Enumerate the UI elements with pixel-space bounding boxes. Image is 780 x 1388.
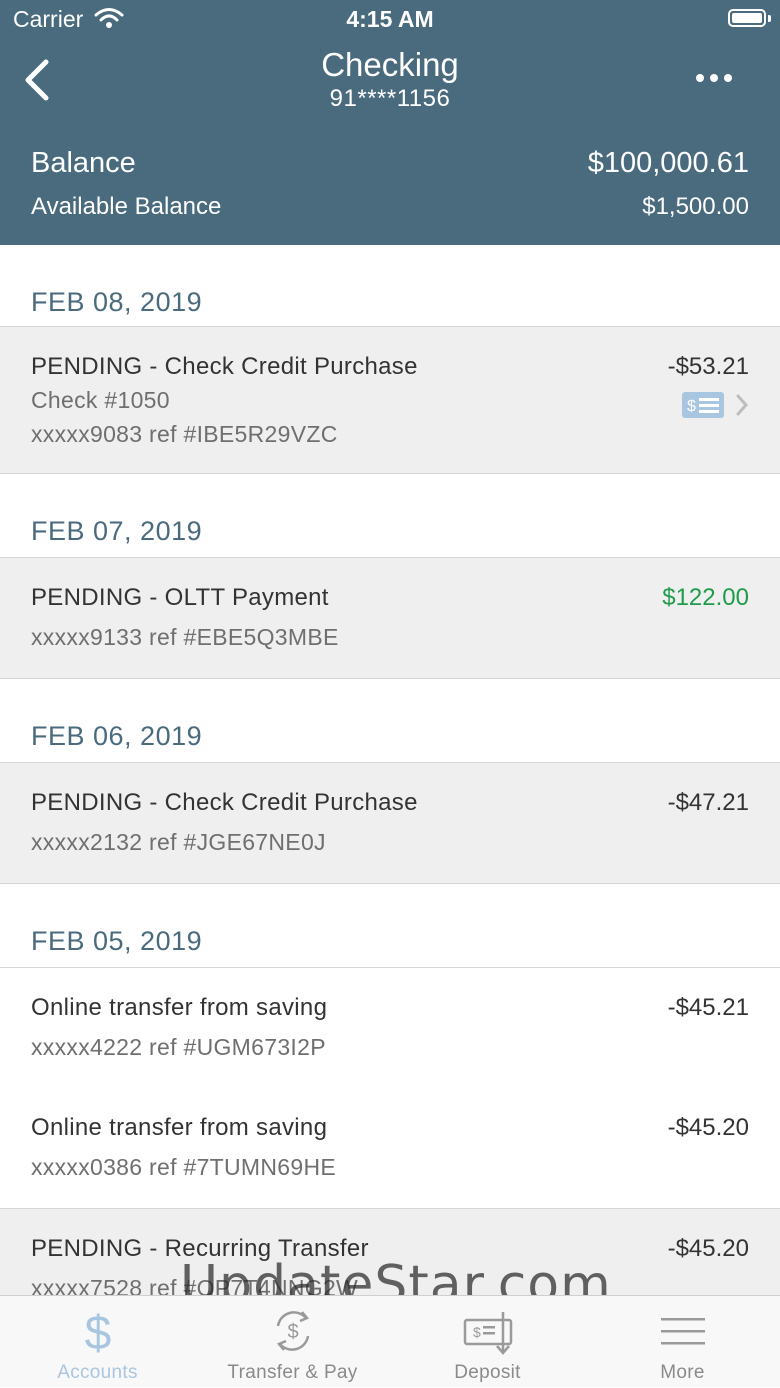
svg-text:$: $: [287, 1321, 298, 1343]
tab-more-label: More: [660, 1362, 705, 1383]
transaction-description: Online transfer from saving: [31, 994, 328, 1021]
more-options-icon[interactable]: [696, 74, 736, 86]
transaction-amount: -$45.20: [667, 1235, 749, 1262]
check-number: Check #1050: [31, 387, 170, 413]
tab-more[interactable]: More: [585, 1296, 780, 1388]
transaction-amount: -$45.20: [667, 1114, 749, 1141]
date-header: FEB 05, 2019: [0, 884, 780, 968]
transfer-dollar-icon: $: [276, 1311, 309, 1351]
transaction-row[interactable]: PENDING - OLTT Payment xxxxx9133 ref #EB…: [0, 558, 780, 679]
check-deposit-icon: $: [463, 1312, 512, 1355]
transaction-reference: xxxxx2132 ref #JGE67NE0J: [31, 829, 326, 855]
account-header: Carrier 4:15 AM Checking 91****1156 Bala…: [0, 0, 780, 245]
check-image-icon[interactable]: $: [682, 392, 724, 418]
transaction-description: Online transfer from saving: [31, 1114, 328, 1141]
transaction-reference: xxxxx0386 ref #7TUMN69HE: [31, 1154, 337, 1180]
page-title: Checking: [321, 46, 459, 83]
svg-text:$: $: [473, 1324, 481, 1340]
available-balance-value: $1,500.00: [642, 193, 749, 220]
transaction-reference: xxxxx9133 ref #EBE5Q3MBE: [31, 624, 339, 650]
tab-transfer-pay-label: Transfer & Pay: [227, 1362, 358, 1383]
transaction-amount: -$45.21: [667, 994, 749, 1021]
tab-accounts[interactable]: $ Accounts: [0, 1296, 195, 1388]
transaction-row[interactable]: PENDING - Check Credit Purchase xxxxx213…: [0, 763, 780, 884]
transaction-reference: xxxxx9083 ref #IBE5R29VZC: [31, 421, 338, 447]
battery-tip: [768, 15, 771, 22]
date-header: FEB 06, 2019: [0, 679, 780, 763]
transaction-description: PENDING - OLTT Payment: [31, 584, 329, 611]
transaction-row[interactable]: Online transfer from saving xxxxx4222 re…: [0, 968, 780, 1089]
battery-icon: [728, 9, 766, 27]
menu-icon: [660, 1318, 705, 1345]
transaction-description: PENDING - Recurring Transfer: [31, 1235, 369, 1262]
clock: 4:15 AM: [346, 6, 434, 32]
tab-deposit[interactable]: $ Deposit: [390, 1296, 585, 1388]
tab-deposit-label: Deposit: [454, 1362, 521, 1383]
transaction-reference: xxxxx7528 ref #OP7T4NNG2W: [31, 1275, 359, 1295]
transaction-reference: xxxxx4222 ref #UGM673I2P: [31, 1034, 326, 1060]
svg-text:$: $: [84, 1307, 111, 1356]
tab-accounts-label: Accounts: [57, 1362, 138, 1383]
date-header: FEB 07, 2019: [0, 474, 780, 558]
available-balance-label: Available Balance: [31, 193, 222, 220]
transaction-amount: $122.00: [662, 584, 749, 611]
transaction-description: PENDING - Check Credit Purchase: [31, 353, 418, 380]
transaction-amount: -$47.21: [667, 789, 749, 816]
balance-label: Balance: [31, 147, 136, 179]
date-header: FEB 08, 2019: [0, 245, 780, 327]
transaction-description: PENDING - Check Credit Purchase: [31, 789, 418, 816]
transaction-amount: -$53.21: [667, 353, 749, 380]
transaction-row[interactable]: Online transfer from saving xxxxx0386 re…: [0, 1088, 780, 1209]
chevron-right-icon[interactable]: [735, 393, 749, 417]
transaction-list[interactable]: FEB 08, 2019 PENDING - Check Credit Purc…: [0, 245, 780, 1295]
tab-bar: $ Accounts $ Transfer & Pay $ Deposit Mo…: [0, 1295, 780, 1387]
transaction-row[interactable]: PENDING - Recurring Transfer xxxxx7528 r…: [0, 1209, 780, 1295]
dollar-icon: $: [84, 1307, 111, 1356]
transaction-row[interactable]: PENDING - Check Credit Purchase Check #1…: [0, 327, 780, 474]
status-bar: Carrier 4:15 AM: [0, 0, 780, 40]
svg-text:$: $: [687, 398, 696, 415]
balance-value: $100,000.61: [587, 147, 749, 179]
account-number: 91****1156: [329, 85, 451, 112]
tab-transfer-pay[interactable]: $ Transfer & Pay: [195, 1296, 390, 1388]
